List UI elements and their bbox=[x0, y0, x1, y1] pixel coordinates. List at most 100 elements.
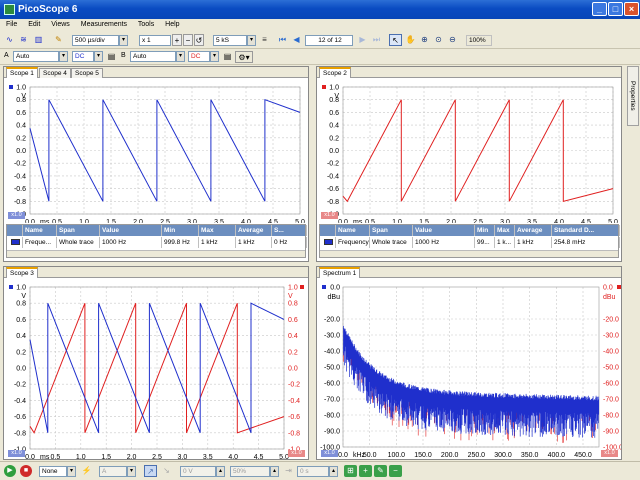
trigger-delay-input[interactable]: 0 s bbox=[297, 466, 329, 477]
measurements-horizontal-scrollbar[interactable] bbox=[320, 250, 618, 257]
advanced-trigger-icon[interactable]: ⚡ bbox=[80, 465, 93, 477]
stop-icon[interactable]: ■ bbox=[20, 465, 32, 477]
tab-scope-2[interactable]: Scope 2 bbox=[319, 67, 351, 78]
menu-views[interactable]: Views bbox=[51, 21, 70, 28]
next-capture-icon[interactable]: ▶ bbox=[356, 34, 369, 46]
x-tick-label: 4.5 bbox=[581, 219, 591, 223]
add-measurement-icon[interactable]: + bbox=[359, 465, 372, 477]
scope1-graph[interactable]: 0.0 0.5 1.0 1.5 2.0 2.5 3.0 3.5 4.0 4.5 5.01.00.80… bbox=[4, 79, 308, 223]
channel-a-options-icon[interactable]: ▤ bbox=[105, 51, 118, 63]
y-unit-label: dBu bbox=[328, 294, 341, 301]
zoom-region-icon[interactable]: ⊙ bbox=[432, 34, 445, 46]
menu-help[interactable]: Help bbox=[165, 21, 179, 28]
previous-capture-icon[interactable]: ◀ bbox=[290, 34, 303, 46]
ruler-icon[interactable]: ⊞ bbox=[344, 465, 357, 477]
hand-tool-icon[interactable]: ✋ bbox=[404, 34, 417, 46]
tab-scope-3[interactable]: Scope 3 bbox=[6, 267, 38, 278]
persistence-mode-icon[interactable]: ≋ bbox=[17, 34, 30, 46]
scope3-tabstrip: Scope 3 bbox=[4, 267, 308, 278]
zoom-factor-select[interactable]: x 1 bbox=[139, 35, 171, 46]
channel-b-range-select[interactable]: Auto bbox=[130, 51, 176, 62]
menu-edit[interactable]: Edit bbox=[28, 21, 40, 28]
spectrum-mode-icon[interactable]: ▥ bbox=[32, 34, 45, 46]
measurements-row[interactable]: Frequency Whole trace 1000 Hz 99... 1 k... 1 … bbox=[320, 237, 620, 248]
measurements-header-row[interactable]: Name Span Value Min Max Average Standard D... bbox=[320, 225, 620, 236]
rising-edge-icon[interactable]: ↗ bbox=[144, 465, 157, 477]
measurements-horizontal-scrollbar[interactable] bbox=[7, 250, 305, 257]
close-button[interactable]: × bbox=[624, 2, 639, 16]
minimize-button[interactable]: _ bbox=[592, 2, 607, 16]
menu-file[interactable]: File bbox=[6, 21, 17, 28]
zoom-level-readout[interactable]: 100% bbox=[466, 35, 492, 46]
tab-scope-5[interactable]: Scope 5 bbox=[71, 68, 103, 78]
last-capture-icon[interactable]: ⏭ bbox=[370, 34, 383, 46]
channel-b-coupling-dropdown-icon[interactable]: ▾ bbox=[210, 51, 219, 62]
channel-b-coupling-select[interactable]: DC bbox=[188, 51, 210, 62]
trigger-source-select[interactable]: A bbox=[99, 466, 127, 477]
resolution-icon[interactable]: ≡ bbox=[258, 34, 271, 46]
zoom-reset-icon[interactable]: ↺ bbox=[194, 34, 204, 46]
right-y-tick-label: -40.0 bbox=[603, 349, 619, 356]
capture-counter[interactable]: 12 of 12 bbox=[305, 35, 353, 46]
x-tick-label: 2.5 bbox=[160, 219, 170, 223]
channel-settings-icon[interactable]: ⚙▾ bbox=[235, 51, 253, 63]
zoom-minus-icon[interactable]: − bbox=[183, 34, 193, 46]
channel-a-coupling-select[interactable]: DC bbox=[72, 51, 94, 62]
first-capture-icon[interactable]: ⏮ bbox=[276, 34, 289, 46]
measurements-row-cell: 1 k... bbox=[495, 237, 515, 248]
right-y-tick-label: -80.0 bbox=[603, 413, 619, 420]
x-tick-label: 1.5 bbox=[106, 219, 116, 223]
spectrum1-axis-unit-badge-a[interactable]: x1.0 bbox=[321, 450, 338, 457]
menu-measurements[interactable]: Measurements bbox=[81, 21, 127, 28]
spectrum1-graph[interactable]: 0.0 50.0 100.0 150.0 200.0 250.0 300.0 350.0 400… bbox=[317, 279, 621, 459]
pre-trigger-spin-icon[interactable]: ▴ bbox=[270, 466, 279, 477]
spectrum1-axis-unit-badge-b[interactable]: x1.0 bbox=[601, 450, 618, 457]
zoom-in-icon[interactable]: ⊕ bbox=[418, 34, 431, 46]
delete-measurement-icon[interactable]: − bbox=[389, 465, 402, 477]
maximize-button[interactable]: □ bbox=[608, 2, 623, 16]
scope3-graph[interactable]: 0.0 0.5 1.0 1.5 2.0 2.5 3.0 3.5 4.0 4.5 5.01.00.80… bbox=[4, 279, 308, 459]
measurements-row[interactable]: Freque... Whole trace 1000 Hz 999.8 Hz 1 kHz… bbox=[7, 237, 307, 248]
zoom-out-icon[interactable]: ⊖ bbox=[446, 34, 459, 46]
properties-side-tab[interactable]: Properties bbox=[627, 66, 639, 126]
samples-select[interactable]: 5 kS bbox=[213, 35, 247, 46]
menu-tools[interactable]: Tools bbox=[138, 21, 154, 28]
channel-a-coupling-dropdown-icon[interactable]: ▾ bbox=[94, 51, 103, 62]
edit-measurement-icon[interactable]: ✎ bbox=[374, 465, 387, 477]
falling-edge-icon[interactable]: ↘ bbox=[160, 465, 173, 477]
timebase-select[interactable]: 500 µs/div bbox=[72, 35, 119, 46]
y-tick-label: -30.0 bbox=[324, 333, 340, 340]
tab-scope-1[interactable]: Scope 1 bbox=[6, 67, 38, 78]
measurements-header-row[interactable]: Name Span Value Min Max Average S... bbox=[7, 225, 307, 236]
probe-icon[interactable]: ✎ bbox=[52, 34, 65, 46]
right-y-tick-label: 0.8 bbox=[288, 301, 298, 308]
tab-spectrum-1[interactable]: Spectrum 1 bbox=[319, 267, 361, 278]
scope1-panel: Scope 1 Scope 4 Scope 5 0.0 0.5 1.0 1.5 2.0 2… bbox=[3, 66, 309, 262]
scope1-axis-unit-badge[interactable]: x1.0 bbox=[8, 212, 25, 219]
pointer-tool-icon[interactable]: ↖ bbox=[389, 34, 402, 46]
pre-trigger-input[interactable]: 50% bbox=[230, 466, 270, 477]
channel-b-range-dropdown-icon[interactable]: ▾ bbox=[176, 51, 185, 62]
channel-a-range-dropdown-icon[interactable]: ▾ bbox=[59, 51, 68, 62]
measurements-header-row-cell: Average bbox=[236, 225, 272, 236]
scope-mode-icon[interactable]: ∿ bbox=[3, 34, 16, 46]
start-icon[interactable]: ▶ bbox=[4, 465, 16, 477]
trigger-mode-select[interactable]: None bbox=[39, 466, 67, 477]
scope3-axis-unit-badge-b[interactable]: x1.0 bbox=[288, 450, 305, 457]
scope2-graph[interactable]: 0.0 0.5 1.0 1.5 2.0 2.5 3.0 3.5 4.0 4.5 5.01.00.80… bbox=[317, 79, 621, 223]
delay-spin-icon[interactable]: ▴ bbox=[329, 466, 338, 477]
trigger-mode-dropdown-icon[interactable]: ▾ bbox=[67, 466, 76, 477]
channel-marker-b bbox=[617, 285, 621, 289]
scope2-axis-unit-badge[interactable]: x1.0 bbox=[321, 212, 338, 219]
samples-dropdown-icon[interactable]: ▾ bbox=[247, 35, 256, 46]
channel-a-range-select[interactable]: Auto bbox=[13, 51, 59, 62]
trigger-source-dropdown-icon[interactable]: ▾ bbox=[127, 466, 136, 477]
delay-icon[interactable]: ⇥ bbox=[282, 465, 295, 477]
tab-scope-4[interactable]: Scope 4 bbox=[39, 68, 71, 78]
scope3-axis-unit-badge-a[interactable]: x1.0 bbox=[8, 450, 25, 457]
zoom-plus-icon[interactable]: + bbox=[172, 34, 182, 46]
threshold-spin-icon[interactable]: ▴ bbox=[216, 466, 225, 477]
channel-b-options-icon[interactable]: ▤ bbox=[221, 51, 234, 63]
timebase-dropdown-icon[interactable]: ▾ bbox=[119, 35, 128, 46]
trigger-threshold-input[interactable]: 0 V bbox=[180, 466, 216, 477]
